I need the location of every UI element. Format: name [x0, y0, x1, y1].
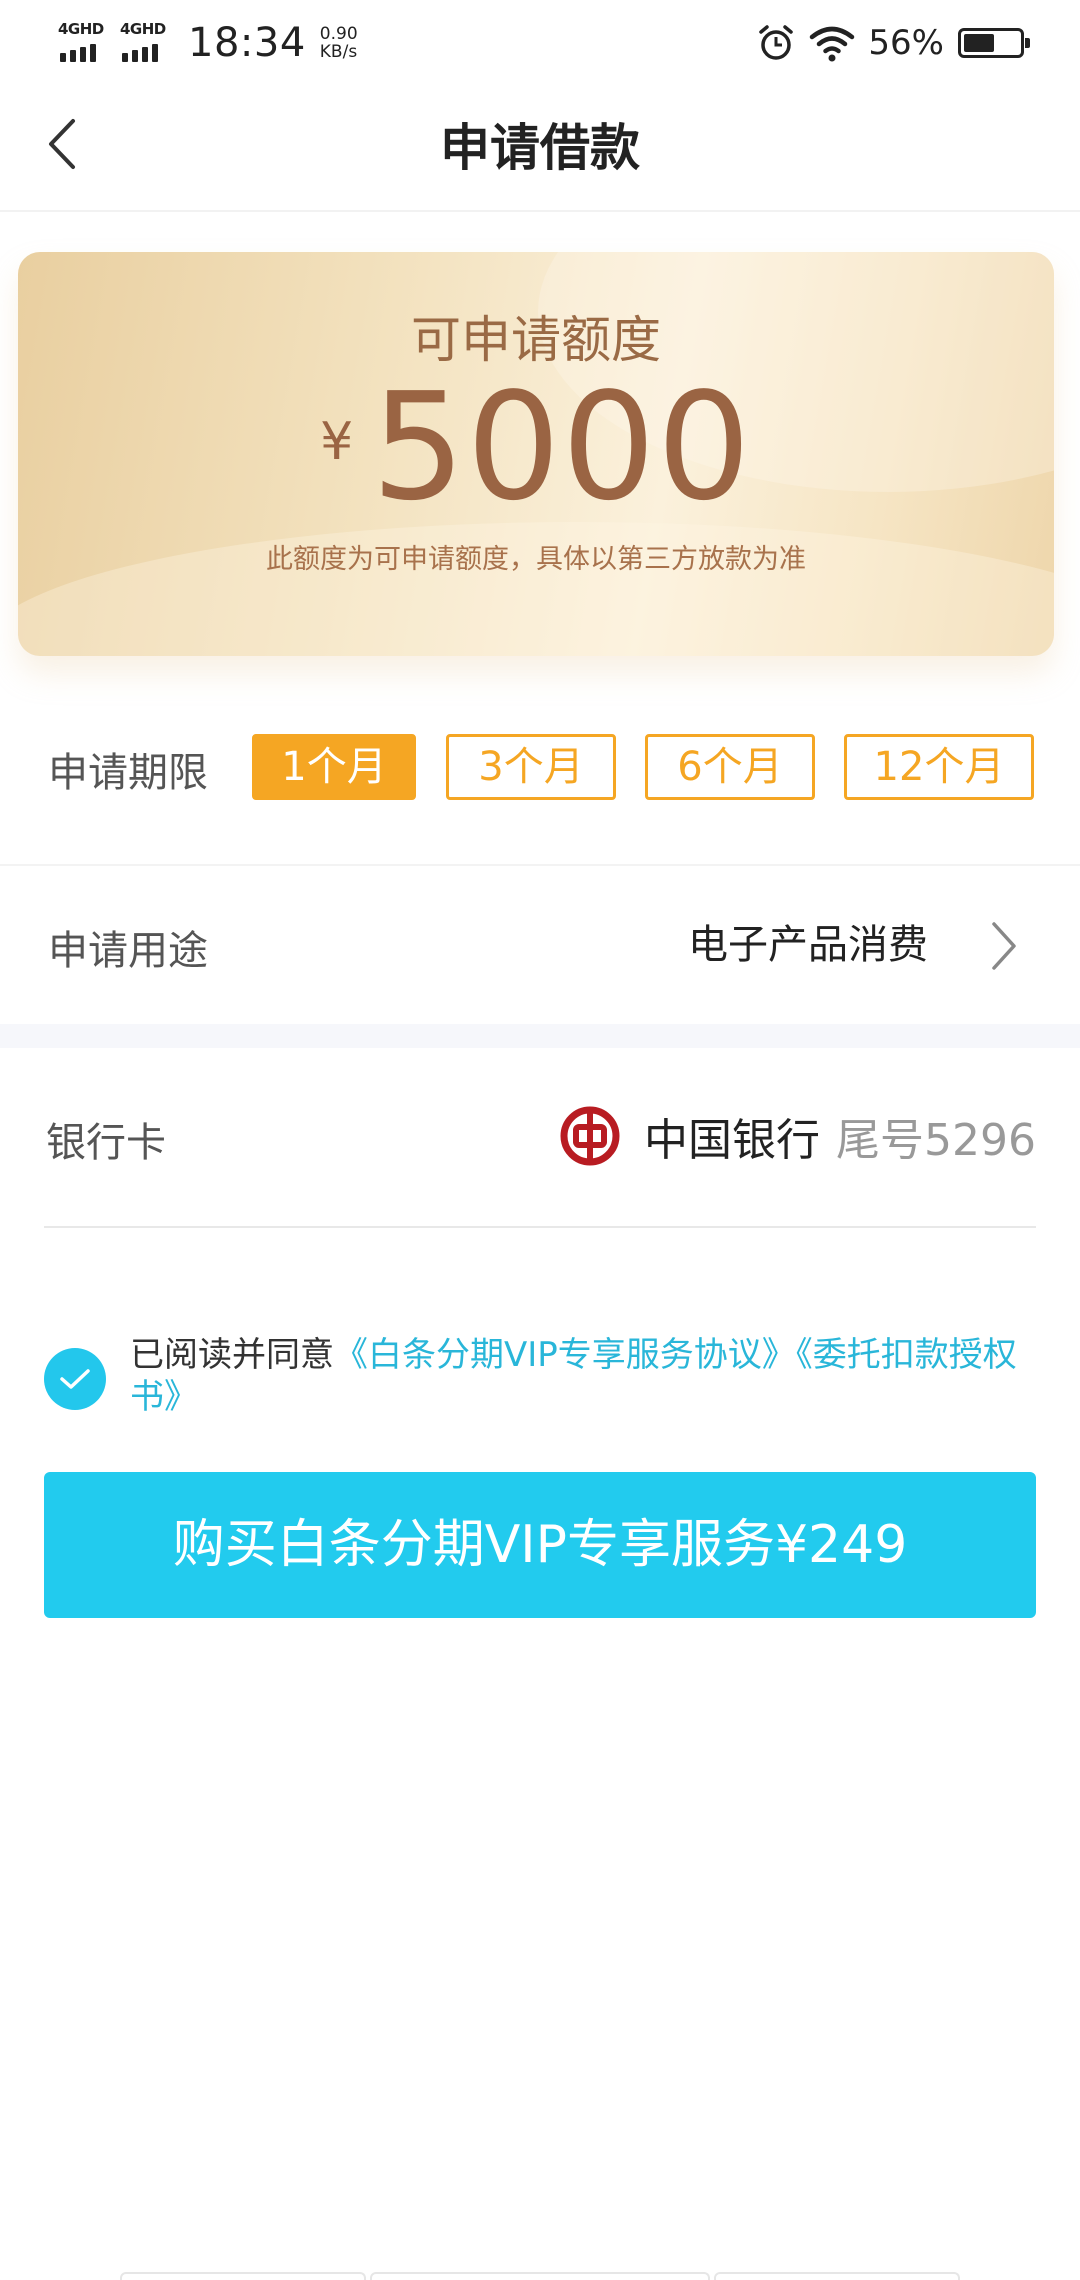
back-button[interactable] — [34, 112, 90, 176]
quota-amount: ¥ 5000 — [18, 372, 1054, 522]
agreement-checkbox[interactable] — [44, 1348, 106, 1410]
term-label: 申请期限 — [48, 750, 208, 796]
agreement-prefix: 已阅读并同意 — [130, 1335, 334, 1375]
loan-application-page: 4GHD 4GHD 18:34 0.90 KB/s 56% 申请借款 可申请额度… — [0, 0, 1080, 2280]
bank-card-row[interactable]: 银行卡 中国银行 尾号5296 — [44, 1050, 1036, 1228]
term-option-12-month[interactable]: 12个月 — [844, 734, 1034, 800]
quota-note: 此额度为可申请额度，具体以第三方放款为准 — [266, 544, 806, 575]
bank-card-tail: 尾号5296 — [836, 1115, 1036, 1166]
bank-of-china-logo-icon — [560, 1106, 620, 1166]
network-speed: 0.90 KB/s — [320, 25, 358, 61]
alarm-icon — [759, 25, 794, 60]
battery-percent: 56% — [868, 23, 944, 63]
purpose-row[interactable]: 申请用途 电子产品消费 — [0, 868, 1080, 1024]
status-bar: 4GHD 4GHD 18:34 0.90 KB/s 56% — [0, 0, 1080, 84]
checkmark-icon — [60, 1369, 90, 1389]
network-type-1: 4GHD — [58, 20, 104, 38]
bank-label: 银行卡 — [46, 1120, 166, 1166]
bank-info: 中国银行 尾号5296 — [560, 1104, 1036, 1168]
bank-name: 中国银行 — [644, 1115, 821, 1166]
chevron-right-icon — [992, 922, 1016, 970]
purpose-value: 电子产品消费 — [688, 922, 928, 968]
term-option-6-month[interactable]: 6个月 — [645, 734, 815, 800]
agreement-text: 已阅读并同意《白条分期VIP专享服务协议》《委托扣款授权书》 — [130, 1334, 1036, 1418]
chevron-left-icon — [49, 119, 75, 169]
network-speed-unit: KB/s — [319, 42, 358, 62]
term-selector: 申请期限 1个月 3个月 6个月 12个月 — [0, 700, 1080, 866]
signal-icon: 4GHD — [58, 20, 116, 66]
network-type-2: 4GHD — [120, 20, 166, 38]
buy-vip-service-button[interactable]: 购买白条分期VIP专享服务¥249 — [44, 1472, 1036, 1618]
status-left: 4GHD 4GHD 18:34 0.90 KB/s — [58, 18, 358, 68]
nav-bar: 申请借款 — [0, 84, 1080, 212]
battery-icon — [958, 28, 1030, 58]
network-speed-value: 0.90 — [319, 24, 358, 44]
wifi-icon — [810, 26, 855, 62]
vip-service-agreement-link[interactable]: 《白条分期VIP专享服务协议》 — [334, 1335, 796, 1375]
quota-card: 可申请额度 ¥ 5000 此额度为可申请额度，具体以第三方放款为准 — [18, 252, 1054, 656]
section-divider — [0, 1024, 1080, 1048]
bottom-edge-cards — [0, 2268, 1080, 2280]
page-title: 申请借款 — [440, 119, 640, 177]
signal-icon: 4GHD — [120, 20, 178, 66]
status-time: 18:34 — [188, 20, 306, 66]
purpose-label: 申请用途 — [48, 928, 208, 974]
status-right: 56% — [756, 18, 1030, 68]
quota-currency: ¥ — [320, 412, 354, 472]
quota-value: 5000 — [371, 361, 752, 533]
term-option-3-month[interactable]: 3个月 — [446, 734, 616, 800]
term-option-1-month[interactable]: 1个月 — [252, 734, 416, 800]
